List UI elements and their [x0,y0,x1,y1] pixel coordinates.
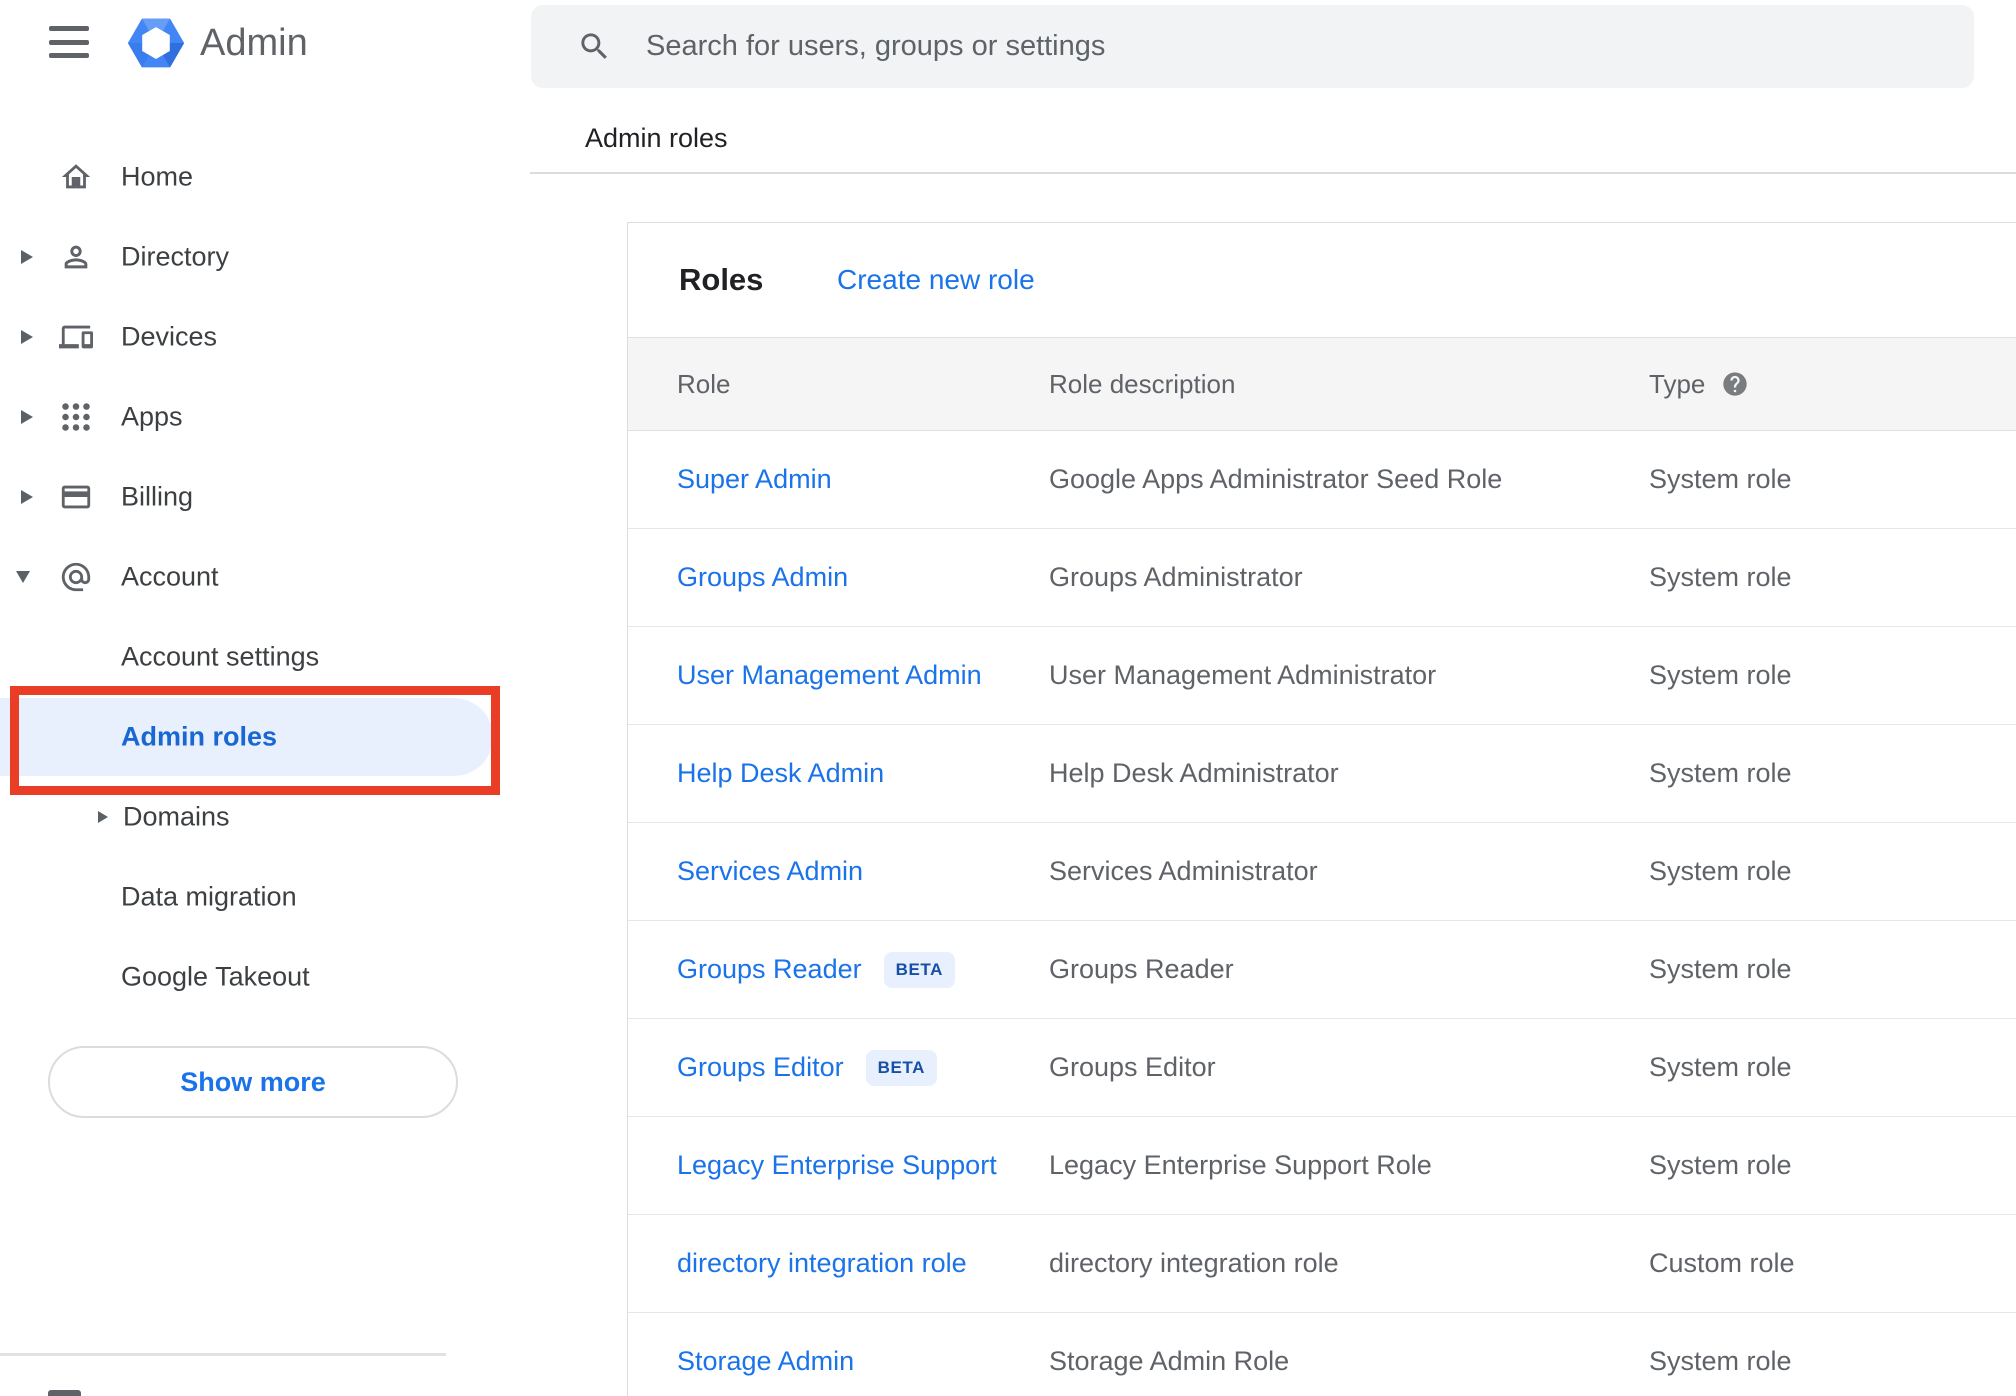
expand-arrow-icon[interactable] [21,410,33,424]
role-description: Storage Admin Role [1049,1346,1290,1376]
sidebar-item-account[interactable]: Account [0,537,530,617]
expand-arrow-icon[interactable] [21,490,33,504]
table-row: Services Admin Services Administrator Sy… [628,823,2016,921]
menu-button[interactable] [49,26,89,58]
sidebar-item-admin-roles[interactable]: Admin roles [0,697,530,777]
role-description: Groups Editor [1049,1052,1216,1082]
sidebar-item-directory[interactable]: Directory [0,217,530,297]
role-description: Services Administrator [1049,856,1318,886]
at-sign-icon [59,560,93,594]
role-link[interactable]: directory integration role [677,1248,967,1279]
devices-icon [59,320,93,354]
role-link[interactable]: Groups Editor [677,1052,844,1083]
role-description: Groups Administrator [1049,562,1303,592]
role-description: directory integration role [1049,1248,1339,1278]
clipped-sidebar-icon [48,1390,81,1396]
sidebar-item-apps[interactable]: Apps [0,377,530,457]
role-type: Custom role [1649,1248,1795,1278]
role-type: System role [1649,758,1792,788]
sidebar: Admin Home Directory Devices Apps Billin… [0,0,530,1396]
sidebar-item-data-migration[interactable]: Data migration [0,857,530,937]
table-row: Groups Reader BETA Groups Reader System … [628,921,2016,1019]
role-type: System role [1649,562,1792,592]
role-type: System role [1649,1150,1792,1180]
home-icon [59,160,93,194]
role-description: User Management Administrator [1049,660,1437,690]
table-row: Groups Editor BETA Groups Editor System … [628,1019,2016,1117]
menu-icon [49,26,89,31]
expand-arrow-icon[interactable] [21,250,33,264]
beta-badge: BETA [865,1049,937,1086]
table-row: Groups Admin Groups Administrator System… [628,529,2016,627]
sidebar-divider [0,1353,446,1356]
role-link[interactable]: User Management Admin [677,660,982,691]
sidebar-nav: Home Directory Devices Apps Billing Acco… [0,137,530,1017]
role-link[interactable]: Groups Reader [677,954,862,985]
role-description: Google Apps Administrator Seed Role [1049,464,1503,494]
table-header-row: Role Role description Type [628,337,2016,431]
roles-panel-header: Roles Create new role [628,223,2016,337]
show-more-button[interactable]: Show more [48,1046,458,1118]
role-type: System role [1649,1346,1792,1376]
beta-badge: BETA [883,951,956,988]
search-input[interactable] [646,5,1926,88]
expand-arrow-icon[interactable] [98,811,108,823]
breadcrumb: Admin roles [585,123,728,153]
table-row: Help Desk Admin Help Desk Administrator … [628,725,2016,823]
table-row: Legacy Enterprise Support Legacy Enterpr… [628,1117,2016,1215]
search-bar [531,5,1974,88]
sidebar-item-domains[interactable]: Domains [0,777,530,857]
sidebar-item-devices[interactable]: Devices [0,297,530,377]
search-icon [577,29,612,64]
roles-panel: Roles Create new role Role Role descript… [627,222,2016,1396]
credit-card-icon [59,480,93,514]
role-type: System role [1649,954,1792,984]
create-new-role-link[interactable]: Create new role [837,264,1035,296]
sidebar-item-account-settings[interactable]: Account settings [0,617,530,697]
header-divider [530,172,2016,174]
role-type: System role [1649,464,1792,494]
table-row: Storage Admin Storage Admin Role System … [628,1313,2016,1396]
table-row: User Management Admin User Management Ad… [628,627,2016,725]
sidebar-item-billing[interactable]: Billing [0,457,530,537]
expand-arrow-icon[interactable] [21,330,33,344]
role-type: System role [1649,856,1792,886]
column-header-type: Type [1649,369,2016,400]
role-link[interactable]: Services Admin [677,856,863,887]
table-row: Super Admin Google Apps Administrator Se… [628,431,2016,529]
role-description: Legacy Enterprise Support Role [1049,1150,1432,1180]
help-icon[interactable] [1721,370,1749,398]
role-link[interactable]: Help Desk Admin [677,758,884,789]
sidebar-item-google-takeout[interactable]: Google Takeout [0,937,530,1017]
panel-title: Roles [679,262,764,297]
main-content: Admin roles Roles Create new role Role R… [530,0,2016,1396]
sidebar-item-home[interactable]: Home [0,137,530,217]
admin-logo-icon [126,13,186,73]
app-title: Admin [200,22,308,64]
table-row: directory integration role directory int… [628,1215,2016,1313]
role-type: System role [1649,1052,1792,1082]
collapse-arrow-icon[interactable] [16,571,30,583]
role-link[interactable]: Legacy Enterprise Support [677,1150,997,1181]
role-link[interactable]: Groups Admin [677,562,848,593]
person-icon [59,240,93,274]
column-header-description: Role description [1049,368,1236,399]
role-link[interactable]: Super Admin [677,464,832,495]
role-description: Groups Reader [1049,954,1234,984]
role-description: Help Desk Administrator [1049,758,1339,788]
role-type: System role [1649,660,1792,690]
column-header-role: Role [677,368,731,399]
apps-grid-icon [59,400,93,434]
role-link[interactable]: Storage Admin [677,1346,854,1377]
